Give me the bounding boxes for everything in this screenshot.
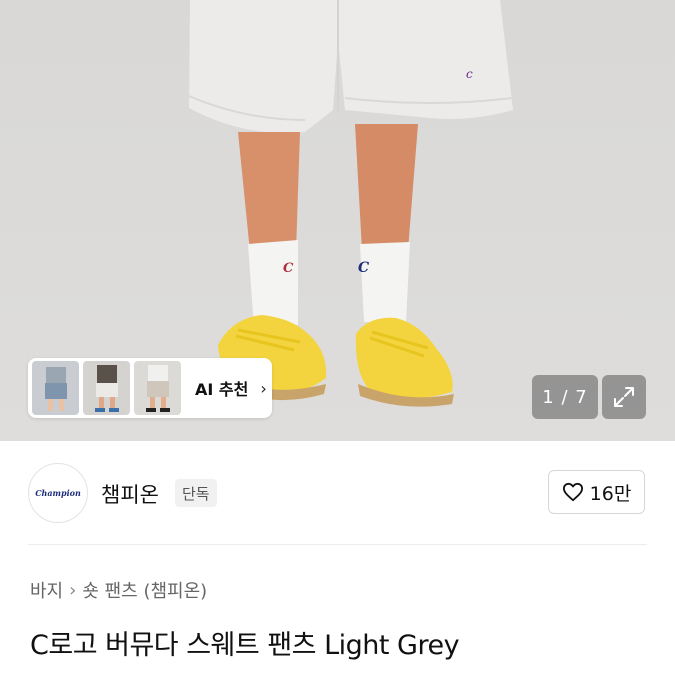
heart-icon xyxy=(562,482,583,502)
ai-recommend-strip[interactable]: AI 추천 › xyxy=(28,358,272,418)
recommend-thumbnail[interactable] xyxy=(134,361,181,415)
breadcrumb-subcategory[interactable]: 숏 팬츠 (챔피온) xyxy=(82,577,207,603)
product-image-carousel[interactable]: c C C AI 추천 › 1 / 7 xyxy=(0,0,675,441)
brand-name[interactable]: 챔피온 xyxy=(101,479,159,509)
product-title: C로고 버뮤다 스웨트 팬츠 Light Grey xyxy=(30,630,460,661)
like-button[interactable]: 16만 xyxy=(548,470,645,514)
expand-button[interactable] xyxy=(602,375,646,419)
brand-logo-text: Champion xyxy=(35,488,81,498)
chevron-right-icon: › xyxy=(69,579,77,601)
svg-text:c: c xyxy=(466,67,473,81)
svg-text:C: C xyxy=(358,260,369,276)
image-counter: 1 / 7 xyxy=(532,375,598,419)
exclusive-badge: 단독 xyxy=(175,479,217,507)
svg-text:C: C xyxy=(283,261,294,276)
chevron-right-icon: › xyxy=(260,378,267,398)
brand-row: Champion 챔피온 단독 16만 xyxy=(0,441,675,545)
ai-recommend-label: AI 추천 xyxy=(195,380,249,399)
breadcrumb-category[interactable]: 바지 xyxy=(30,577,63,603)
expand-icon xyxy=(614,387,634,407)
breadcrumb: 바지 › 숏 팬츠 (챔피온) xyxy=(30,577,207,603)
like-count: 16만 xyxy=(589,482,632,505)
recommend-thumbnail[interactable] xyxy=(83,361,130,415)
divider xyxy=(28,544,647,545)
recommend-thumbnail[interactable] xyxy=(32,361,79,415)
brand-logo[interactable]: Champion xyxy=(28,463,88,523)
